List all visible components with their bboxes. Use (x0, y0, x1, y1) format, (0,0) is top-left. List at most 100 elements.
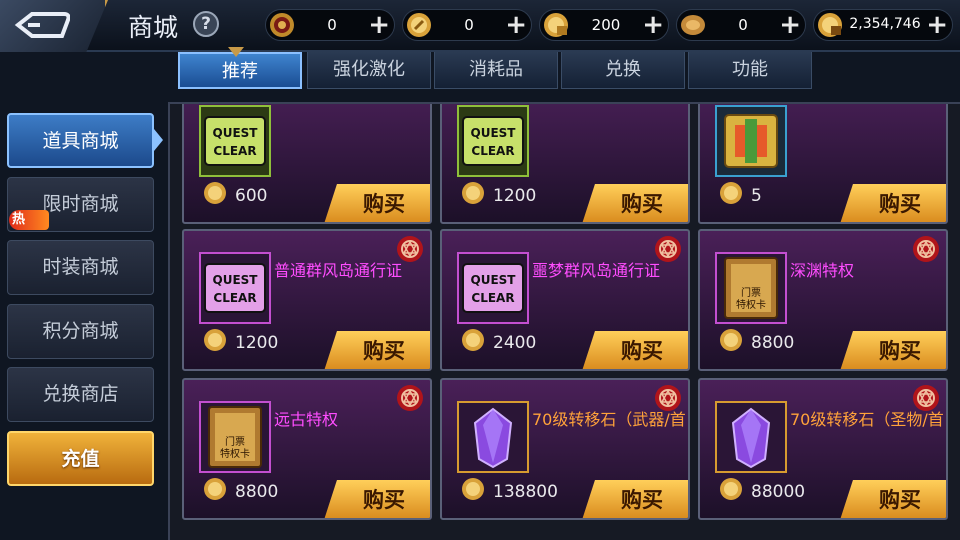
tab-functions[interactable]: 功能 (688, 52, 812, 89)
shop-item-card[interactable]: 70级转移石（武器/首 138800 购买 (440, 378, 690, 520)
sidebar-item-recharge[interactable]: 充值 (7, 431, 154, 486)
svg-text:门票: 门票 (741, 286, 761, 299)
item-price: 600 (235, 186, 268, 206)
svg-text:CLEAR: CLEAR (213, 291, 256, 305)
tab-enhance[interactable]: 强化激化 (307, 52, 431, 89)
gold-coin-icon (462, 182, 484, 204)
svg-text:门票: 门票 (225, 435, 245, 448)
privilege-card-icon: 门票 特权卡 (715, 252, 787, 324)
shop-item-card[interactable]: QUEST CLEAR 普通群风岛通行证 1200 购买 (182, 229, 432, 371)
gold-coin-icon (462, 478, 484, 500)
buy-button[interactable]: 购买 (840, 480, 946, 518)
buy-button[interactable]: 购买 (324, 480, 430, 518)
item-name: 远古特权 (274, 410, 339, 429)
buy-button[interactable]: 购买 (582, 331, 688, 369)
tab-exchange[interactable]: 兑换 (561, 52, 685, 89)
quest-clear-ticket-green-icon: QUEST CLEAR (457, 105, 529, 177)
red-seal-icon (655, 236, 681, 262)
add-currency-button[interactable]: + (642, 11, 664, 39)
item-name: 深渊特权 (790, 261, 855, 280)
svg-text:QUEST: QUEST (213, 126, 259, 140)
gold-coin-icon (204, 182, 226, 204)
shop-item-card[interactable]: QUEST CLEAR 1200 购买 (440, 104, 690, 224)
locked-gold-coin-icon (818, 13, 842, 37)
sidebar-item-item-shop[interactable]: 道具商城 (7, 113, 154, 168)
buy-button[interactable]: 购买 (840, 184, 946, 222)
item-price: 1200 (235, 333, 279, 353)
gold-coin-icon (204, 329, 226, 351)
svg-text:CLEAR: CLEAR (471, 291, 514, 305)
shop-item-card[interactable]: 70级转移石（圣物/首 88000 购买 (698, 378, 948, 520)
currency-value: 200 (591, 16, 621, 34)
item-price: 1200 (493, 186, 537, 206)
red-seal-icon (397, 385, 423, 411)
shop-item-card[interactable]: 门票 特权卡 远古特权 8800 购买 (182, 378, 432, 520)
shop-item-card[interactable]: QUEST CLEAR 600 购买 (182, 104, 432, 224)
buy-button[interactable]: 购买 (324, 184, 430, 222)
sidebar-item-fashion-shop[interactable]: 时装商城 (7, 240, 154, 295)
svg-text:QUEST: QUEST (471, 126, 517, 140)
gold-coin-icon (720, 478, 742, 500)
tab-consumables[interactable]: 消耗品 (434, 52, 558, 89)
svg-text:CLEAR: CLEAR (213, 144, 256, 158)
purple-crystal-icon (715, 401, 787, 473)
red-token-icon (270, 13, 294, 37)
back-button[interactable] (0, 0, 108, 52)
red-seal-icon (397, 236, 423, 262)
currency-value: 0 (327, 16, 337, 34)
item-name: 噩梦群风岛通行证 (532, 261, 661, 280)
add-currency-button[interactable]: + (368, 11, 390, 39)
gold-coin-icon (204, 478, 226, 500)
gold-coin-icon (720, 182, 742, 204)
tab-recommended[interactable]: 推荐 (178, 52, 302, 89)
shop-item-card[interactable]: QUEST CLEAR 噩梦群风岛通行证 2400 购买 (440, 229, 690, 371)
page-title: 商城 (128, 13, 179, 42)
help-icon[interactable]: ? (193, 11, 219, 37)
shop-item-card[interactable]: 门票 特权卡 深渊特权 8800 购买 (698, 229, 948, 371)
gold-coin-icon (407, 13, 431, 37)
hot-badge: 热 (9, 210, 49, 230)
currency-value: 0 (738, 16, 748, 34)
currency-bronze-coin: 0 + (676, 9, 806, 41)
currency-bound-gold: 200 + (539, 9, 669, 41)
item-price: 138800 (493, 482, 558, 502)
svg-text:特权卡: 特权卡 (220, 447, 250, 460)
bound-gold-coin-icon (544, 13, 568, 37)
item-price: 8800 (235, 482, 279, 502)
currency-value: 2,354,746 (849, 16, 921, 32)
item-grid: QUEST CLEAR 600 购买 QUEST CLEAR 1200 购买 5… (168, 102, 960, 540)
shop-item-card[interactable]: 5 购买 (698, 104, 948, 224)
privilege-card-icon: 门票 特权卡 (199, 401, 271, 473)
svg-text:QUEST: QUEST (471, 273, 517, 287)
currency-value: 0 (464, 16, 474, 34)
quest-clear-ticket-green-icon: QUEST CLEAR (199, 105, 271, 177)
purple-crystal-icon (457, 401, 529, 473)
buy-button[interactable]: 购买 (582, 184, 688, 222)
add-currency-button[interactable]: + (779, 11, 801, 39)
quest-clear-ticket-purple-icon: QUEST CLEAR (457, 252, 529, 324)
buy-button[interactable]: 购买 (582, 480, 688, 518)
buy-button[interactable]: 购买 (324, 331, 430, 369)
red-seal-icon (913, 385, 939, 411)
gold-coin-icon (720, 329, 742, 351)
sidebar-item-exchange-store[interactable]: 兑换商店 (7, 367, 154, 422)
buy-button[interactable]: 购买 (840, 331, 946, 369)
add-currency-button[interactable]: + (505, 11, 527, 39)
item-price: 8800 (751, 333, 795, 353)
currency-red-token: 0 + (265, 9, 395, 41)
sidebar-item-points-shop[interactable]: 积分商城 (7, 304, 154, 359)
sidebar-active-arrow-icon (154, 129, 163, 151)
item-name: 普通群风岛通行证 (274, 261, 403, 280)
svg-text:QUEST: QUEST (213, 273, 259, 287)
red-seal-icon (913, 236, 939, 262)
bronze-coin-icon (681, 15, 705, 35)
add-currency-button[interactable]: + (926, 11, 948, 39)
currency-gold-coin: 0 + (402, 9, 532, 41)
top-bar: 商城 ? 0 + 0 + 200 + 0 + 2,354,746 + (0, 0, 960, 52)
quest-clear-ticket-purple-icon: QUEST CLEAR (199, 252, 271, 324)
item-price: 2400 (493, 333, 537, 353)
svg-text:特权卡: 特权卡 (736, 298, 766, 311)
item-price: 5 (751, 186, 762, 206)
golden-box-icon (715, 105, 787, 177)
red-seal-icon (655, 385, 681, 411)
